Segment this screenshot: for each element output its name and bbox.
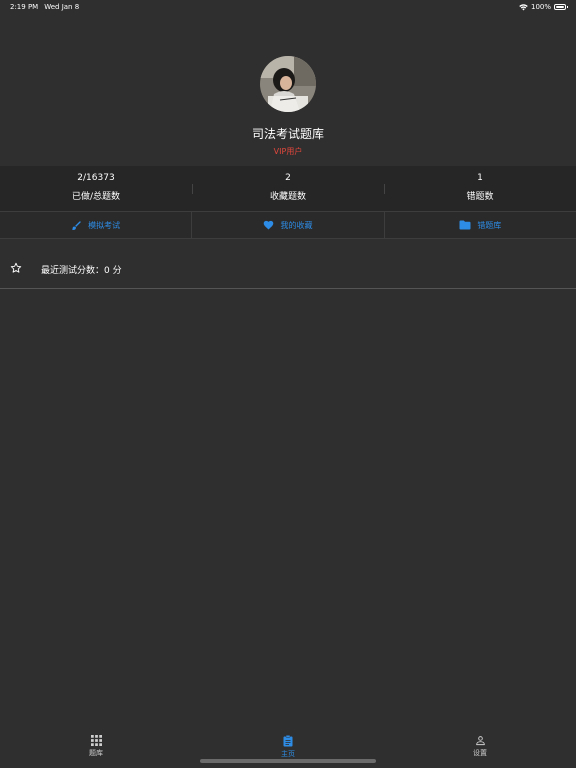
tab-label: 题库 — [89, 749, 103, 757]
tab-label: 主页 — [281, 750, 295, 758]
tab-label: 设置 — [473, 749, 487, 757]
home-indicator — [200, 759, 376, 763]
profile-name: 司法考试题库 — [251, 127, 324, 141]
person-icon — [475, 736, 485, 746]
wrong-questions-label: 错题库 — [477, 220, 502, 230]
grid-icon — [90, 735, 102, 746]
stat-done-total[interactable]: 2/16373 已做/总题数 — [0, 166, 192, 211]
stat-wrong[interactable]: 1 错题数 — [384, 166, 576, 211]
mock-exam-label: 模拟考试 — [88, 220, 121, 230]
stats-bar: 2/16373 已做/总题数 2 收藏题数 1 错题数 — [0, 166, 576, 211]
stat-label: 错题数 — [466, 192, 494, 202]
my-favorites-label: 我的收藏 — [280, 220, 313, 230]
stat-value: 2/16373 — [77, 173, 115, 183]
clipboard-icon — [283, 735, 293, 747]
tab-bar: 题库 主页 设置 — [0, 730, 576, 768]
vip-badge: VIP用户 — [273, 147, 303, 156]
stat-label: 已做/总题数 — [71, 192, 121, 202]
star-icon — [10, 262, 22, 273]
stat-label: 收藏题数 — [269, 192, 306, 202]
stat-favorites[interactable]: 2 收藏题数 — [192, 166, 384, 211]
mock-exam-button[interactable]: 模拟考试 — [0, 212, 191, 238]
recent-score-text: 最近测试分数：0 分 — [41, 266, 122, 276]
avatar[interactable] — [260, 56, 316, 112]
stat-value: 1 — [477, 173, 483, 183]
brush-icon — [72, 220, 81, 230]
stat-value: 2 — [285, 173, 291, 183]
my-favorites-button[interactable]: 我的收藏 — [191, 212, 383, 238]
tab-question-bank[interactable]: 题库 — [0, 730, 192, 768]
tab-settings[interactable]: 设置 — [384, 730, 576, 768]
wrong-questions-button[interactable]: 错题库 — [383, 212, 576, 238]
folder-icon — [459, 220, 471, 230]
action-bar: 模拟考试 我的收藏 错题库 — [0, 211, 576, 239]
recent-score-row[interactable]: 最近测试分数：0 分 — [0, 250, 576, 289]
profile-section: 司法考试题库 VIP用户 — [0, 0, 576, 166]
heart-icon — [264, 220, 274, 230]
